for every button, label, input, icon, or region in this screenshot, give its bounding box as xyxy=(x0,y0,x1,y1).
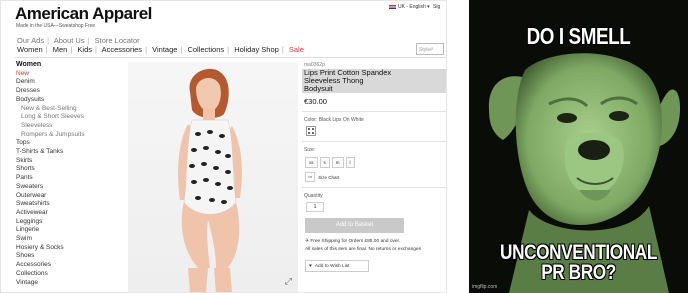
locale-label: UK - English ▾ xyxy=(398,4,430,10)
meme-panel: DO I SMELL UNCONVENTIONAL PR BRO? imgfli… xyxy=(469,0,688,293)
final-sale-note: All sales of this item are final. No ret… xyxy=(305,247,421,252)
nav-women[interactable]: Women xyxy=(17,45,43,54)
nav-divider xyxy=(15,57,447,58)
category-heading[interactable]: Women xyxy=(16,61,116,70)
category-link[interactable]: Hosiery & Socks xyxy=(16,244,116,253)
util-link-about-us[interactable]: About Us xyxy=(54,36,85,45)
search-input[interactable]: Style# xyxy=(416,43,444,55)
util-link-our-ads[interactable]: Our Ads xyxy=(17,36,44,45)
category-link[interactable]: Skirts xyxy=(16,157,116,166)
product-photo[interactable]: ⤢ xyxy=(128,62,298,293)
heart-icon: ♥ xyxy=(309,263,312,269)
add-to-wishlist-button[interactable]: ♥ Add to Wish List xyxy=(305,260,369,272)
product-price: €30.00 xyxy=(304,97,327,106)
size-label: Size: xyxy=(304,147,316,153)
nav-sale[interactable]: Sale xyxy=(289,45,304,54)
category-link[interactable]: Lingerie xyxy=(16,226,116,235)
category-link[interactable]: Leggings xyxy=(16,218,116,227)
brand-tagline: Made in the USA—Sweatshop Free xyxy=(16,23,96,29)
size-option-s[interactable]: s xyxy=(319,157,330,168)
size-chart-link[interactable]: ▭ Size Chart xyxy=(305,172,447,182)
category-link[interactable]: Swim xyxy=(16,235,116,244)
category-link[interactable]: Shoes xyxy=(16,252,116,261)
brand-logo[interactable]: American Apparel xyxy=(15,4,152,24)
product-title: Lips Print Cotton Spandex Sleeveless Tho… xyxy=(302,69,447,93)
category-link[interactable]: Vintage xyxy=(16,279,116,288)
category-link[interactable]: Sleeveless xyxy=(16,122,116,131)
util-link-store-locator[interactable]: Store Locator xyxy=(95,36,140,45)
category-sidebar: Women New Denim Dresses Bodysuits New & Best-… xyxy=(16,61,116,287)
nav-men[interactable]: Men xyxy=(53,45,68,54)
meme-watermark: imgflip.com xyxy=(472,284,498,290)
wishlist-label: Add to Wish List xyxy=(314,263,350,269)
meme-top-text: DO I SMELL xyxy=(526,23,631,49)
nav-kids[interactable]: Kids xyxy=(77,45,92,54)
category-link[interactable]: Long & Short Sleeves xyxy=(16,113,116,122)
category-link[interactable]: New & Best-Selling xyxy=(16,105,116,114)
category-link[interactable]: Accessories xyxy=(16,261,116,270)
size-option-xs[interactable]: xs xyxy=(305,157,318,168)
nav-holiday-shop[interactable]: Holiday Shop xyxy=(234,45,279,54)
category-link[interactable]: Bodysuits xyxy=(16,96,116,105)
size-option-l[interactable]: l xyxy=(345,157,355,168)
category-link[interactable]: Outerwear xyxy=(16,192,116,201)
category-link[interactable]: Activewear xyxy=(16,209,116,218)
category-link[interactable]: T-Shirts & Tanks xyxy=(16,148,116,157)
quantity-input[interactable]: 1 xyxy=(306,202,324,212)
size-options: xs s m l xyxy=(305,157,447,168)
category-link[interactable]: Tops xyxy=(16,139,116,148)
size-option-m[interactable]: m xyxy=(331,157,344,168)
color-label: Color: Black Lips On White xyxy=(304,117,364,123)
nav-accessories[interactable]: Accessories xyxy=(102,45,142,54)
nav-collections[interactable]: Collections xyxy=(187,45,224,54)
category-link[interactable]: New xyxy=(16,70,116,79)
uk-flag-icon xyxy=(389,4,396,9)
quantity-label: Quantity xyxy=(304,193,323,199)
category-link[interactable]: Collections xyxy=(16,270,116,279)
category-link[interactable]: Denim xyxy=(16,78,116,87)
category-link[interactable]: Dresses xyxy=(16,87,116,96)
meme-bottom-text-line: PR BRO? xyxy=(541,261,616,284)
add-to-basket-button[interactable]: Add to Basket xyxy=(305,218,404,233)
size-chart-icon: ▭ xyxy=(305,172,316,182)
nav-vintage[interactable]: Vintage xyxy=(152,45,177,54)
utility-links: Our Ads | About Us | Store Locator xyxy=(17,36,140,45)
category-link[interactable]: Shorts xyxy=(16,165,116,174)
model-illustration xyxy=(178,68,242,293)
category-link[interactable]: Pants xyxy=(16,174,116,183)
category-link[interactable]: Sweatshirts xyxy=(16,200,116,209)
size-chart-label: Size Chart xyxy=(318,174,340,180)
details-divider xyxy=(302,187,447,188)
store-page: American Apparel Made in the USA—Sweatsh… xyxy=(0,0,447,293)
category-link[interactable]: Rompers & Jumpsuits xyxy=(16,131,116,140)
locale-selector[interactable]: UK - English ▾ xyxy=(389,4,430,10)
sign-in-link[interactable]: Sig xyxy=(433,4,440,10)
product-title-line: Bodysuit xyxy=(304,84,333,93)
details-divider xyxy=(302,111,447,112)
details-divider xyxy=(302,141,447,142)
zoom-expand-icon[interactable]: ⤢ xyxy=(285,276,292,287)
product-details: rsa0362p Lips Print Cotton Spandex Sleev… xyxy=(302,62,447,272)
shipping-note: ✈ Free Shipping for Orders £85.00 and ov… xyxy=(305,239,401,244)
main-nav: Women | Men | Kids | Accessories | Vintage | … xyxy=(17,45,304,54)
color-swatch[interactable] xyxy=(306,126,316,136)
category-link[interactable]: Sweaters xyxy=(16,183,116,192)
